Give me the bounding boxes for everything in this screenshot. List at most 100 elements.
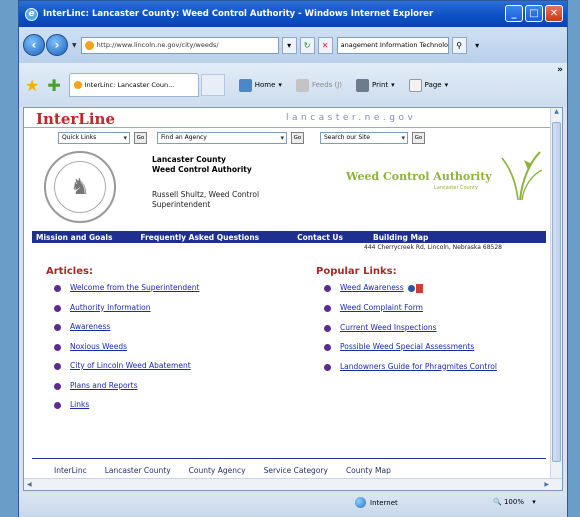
find-agency-label: Find an Agency bbox=[161, 134, 207, 141]
bullet-icon bbox=[324, 363, 331, 371]
zoom-icon: 🔍 bbox=[493, 498, 502, 506]
nav-contact[interactable]: Contact Us bbox=[297, 233, 343, 242]
address-toolbar: ‹ › ▼ http://www.lincoln.ne.gov/city/wee… bbox=[19, 27, 567, 63]
popular-link[interactable]: Weed Awareness bbox=[340, 283, 404, 292]
new-tab-button[interactable] bbox=[200, 74, 225, 96]
list-item: Awareness bbox=[54, 322, 199, 331]
stop-icon[interactable]: ✕ bbox=[317, 36, 333, 54]
close-icon[interactable]: ✕ bbox=[545, 5, 563, 22]
add-favorites-icon[interactable]: ✚ bbox=[47, 76, 60, 95]
search-site-select[interactable]: Search our Site bbox=[320, 131, 408, 144]
find-agency-go-button[interactable]: Go bbox=[291, 131, 304, 144]
quick-links-go-button[interactable]: Go bbox=[134, 131, 147, 144]
grass-icon bbox=[501, 151, 542, 200]
home-icon bbox=[238, 78, 252, 92]
scroll-up-icon[interactable]: ▲ bbox=[551, 108, 562, 120]
article-link[interactable]: Links bbox=[70, 400, 89, 409]
nav-faq[interactable]: Frequently Asked Questions bbox=[140, 233, 259, 242]
footer-link-county[interactable]: Lancaster County bbox=[105, 466, 171, 475]
feeds-button[interactable]: Feeds (J) bbox=[295, 78, 342, 92]
home-button[interactable]: Home ▾ bbox=[238, 78, 282, 92]
popular-link[interactable]: Weed Complaint Form bbox=[340, 303, 423, 312]
footer-link-map[interactable]: County Map bbox=[346, 466, 391, 475]
article-link[interactable]: Welcome from the Superintendent bbox=[70, 283, 199, 292]
page-viewport: InterLine lancaster.ne.gov Quick Links G… bbox=[23, 107, 563, 491]
org-name: Lancaster County Weed Control Authority bbox=[152, 155, 252, 175]
maximize-icon[interactable]: □ bbox=[525, 5, 543, 22]
favorites-star-icon[interactable]: ★ bbox=[25, 76, 39, 95]
main-nav: Mission and Goals Frequently Asked Quest… bbox=[32, 231, 546, 243]
page-favicon-icon bbox=[84, 40, 94, 50]
browser-window: e InterLinc: Lancaster County: Weed Cont… bbox=[18, 0, 568, 517]
print-button[interactable]: Print ▾ bbox=[356, 78, 395, 92]
popular-heading: Popular Links: bbox=[316, 266, 397, 277]
web-page: InterLine lancaster.ne.gov Quick Links G… bbox=[24, 108, 552, 480]
elk-icon: ♞ bbox=[54, 161, 106, 213]
info-icon[interactable] bbox=[407, 284, 415, 292]
title-bar: e InterLinc: Lancaster County: Weed Cont… bbox=[19, 1, 567, 27]
zoom-level: 100% bbox=[503, 498, 524, 506]
scroll-thumb[interactable] bbox=[552, 122, 561, 462]
more-commands-icon[interactable]: » bbox=[557, 65, 563, 75]
footer-link-service[interactable]: Service Category bbox=[264, 466, 328, 475]
article-link[interactable]: Noxious Weeds bbox=[70, 342, 127, 351]
zoom-control[interactable]: 🔍 100% ▾ bbox=[493, 498, 536, 506]
window-title: InterLinc: Lancaster County: Weed Contro… bbox=[43, 9, 434, 19]
popular-link[interactable]: Landowners Guide for Phragmites Control bbox=[340, 362, 520, 371]
popular-link[interactable]: Possible Weed Special Assessments bbox=[340, 342, 474, 351]
forward-button[interactable]: › bbox=[46, 34, 68, 56]
search-site-go-button[interactable]: Go bbox=[412, 131, 425, 144]
page-menu-button[interactable]: Page ▾ bbox=[408, 78, 448, 92]
horizontal-scrollbar[interactable]: ◀ ▶ bbox=[24, 478, 562, 490]
zone-label: Internet bbox=[370, 498, 398, 507]
search-icon[interactable]: ⚲ bbox=[451, 36, 467, 54]
list-item: Noxious Weeds bbox=[54, 342, 199, 351]
article-link[interactable]: Plans and Reports bbox=[70, 381, 138, 390]
back-button[interactable]: ‹ bbox=[23, 34, 45, 56]
refresh-icon[interactable]: ↻ bbox=[299, 36, 315, 54]
popular-link[interactable]: Current Weed Inspections bbox=[340, 323, 437, 332]
wca-logo: Weed Control Authority bbox=[346, 170, 492, 183]
history-dropdown-icon[interactable]: ▼ bbox=[72, 42, 77, 49]
scroll-right-icon[interactable]: ▶ bbox=[544, 481, 549, 488]
footer-link-agency[interactable]: County Agency bbox=[189, 466, 246, 475]
quick-links-label: Quick Links bbox=[62, 134, 97, 141]
search-options-icon[interactable]: ▾ bbox=[470, 37, 485, 54]
address-input[interactable]: http://www.lincoln.ne.gov/city/weeds/ bbox=[80, 36, 279, 54]
search-text: anagement Information Technologies bbox=[340, 41, 449, 49]
nav-building-map[interactable]: Building Map bbox=[373, 233, 428, 242]
find-agency-select[interactable]: Find an Agency bbox=[157, 131, 287, 144]
security-zone[interactable]: Internet bbox=[355, 497, 398, 508]
footer-link-interlinc[interactable]: InterLinc bbox=[54, 466, 87, 475]
search-input[interactable]: anagement Information Technologies bbox=[336, 36, 449, 54]
quick-links-bar: Quick Links Go Find an Agency Go Search … bbox=[58, 131, 425, 144]
bullet-icon bbox=[54, 363, 61, 370]
tab-interline[interactable]: InterLinc: Lancaster Coun... bbox=[68, 73, 199, 97]
list-item: Authority Information bbox=[54, 303, 199, 312]
print-label: Print bbox=[372, 81, 389, 89]
nav-mission[interactable]: Mission and Goals bbox=[36, 233, 112, 242]
list-item: Current Weed Inspections bbox=[324, 323, 544, 332]
org-line-1: Lancaster County bbox=[152, 155, 226, 164]
vertical-scrollbar[interactable]: ▲ bbox=[550, 108, 562, 480]
footer-divider bbox=[32, 458, 546, 459]
footer-nav: InterLinc Lancaster County County Agency… bbox=[54, 466, 391, 475]
tab-favicon-icon bbox=[73, 81, 82, 89]
bullet-icon bbox=[324, 285, 331, 292]
bullet-icon bbox=[54, 343, 61, 351]
article-link[interactable]: City of Lincoln Weed Abatement bbox=[70, 361, 191, 370]
contact-line-1: Russell Shultz, Weed Control bbox=[152, 190, 260, 199]
scroll-left-icon[interactable]: ◀ bbox=[27, 481, 32, 488]
quick-links-select[interactable]: Quick Links bbox=[58, 131, 130, 144]
window-controls: _ □ ✕ bbox=[505, 5, 563, 22]
minimize-icon[interactable]: _ bbox=[505, 5, 523, 22]
org-line-2: Weed Control Authority bbox=[152, 165, 252, 174]
bullet-icon bbox=[54, 402, 61, 409]
address-dropdown-icon[interactable]: ▾ bbox=[281, 36, 297, 54]
list-item: City of Lincoln Weed Abatement bbox=[54, 361, 199, 370]
article-link[interactable]: Awareness bbox=[70, 322, 110, 331]
globe-icon bbox=[355, 497, 366, 508]
interline-logo[interactable]: InterLine bbox=[36, 110, 115, 128]
article-link[interactable]: Authority Information bbox=[70, 303, 151, 312]
pdf-icon[interactable] bbox=[415, 283, 423, 293]
